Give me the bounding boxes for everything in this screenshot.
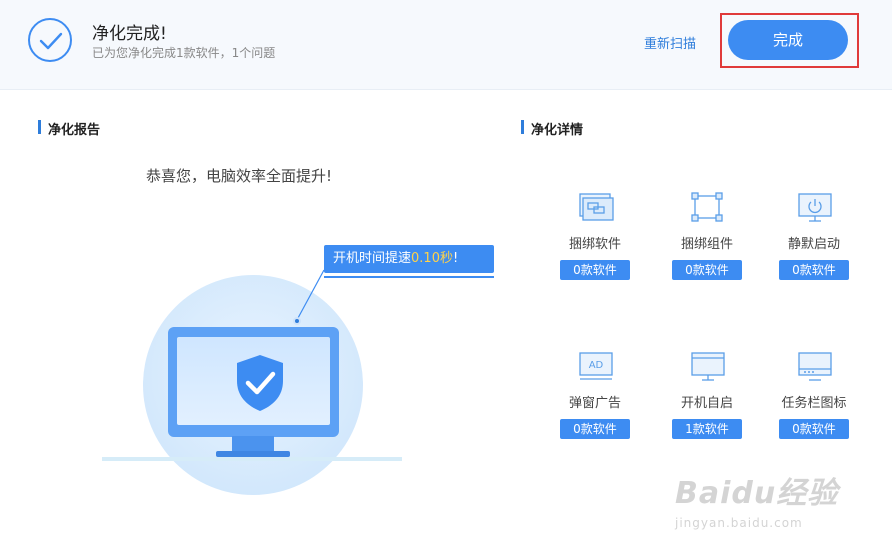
taskbar-icon xyxy=(798,352,832,381)
detail-count-badge[interactable]: 1款软件 xyxy=(672,419,742,439)
detail-label: 开机自启 xyxy=(680,396,733,411)
result-subtitle: 已为您净化完成1款软件，1个问题 xyxy=(92,46,276,60)
boot-speed-value: 0.10秒 xyxy=(411,251,453,266)
watermark-brand: Baidu经验 xyxy=(675,476,839,511)
boot-autostart-icon xyxy=(691,352,725,381)
monitor-illustration xyxy=(168,327,339,437)
detail-item-bundled-software: 捆绑软件 0款软件 xyxy=(550,192,640,280)
silent-startup-icon xyxy=(798,193,832,222)
illustration-ground xyxy=(102,457,402,461)
shield-check-icon xyxy=(237,355,283,411)
congrats-message: 恭喜您，电脑效率全面提升! xyxy=(146,167,333,185)
detail-item-bundled-component: 捆绑组件 0款软件 xyxy=(662,192,752,280)
monitor-neck xyxy=(232,436,274,452)
detail-item-silent-startup: 静默启动 0款软件 xyxy=(769,192,859,280)
detail-item-taskbar-icon: 任务栏图标 0款软件 xyxy=(769,351,859,439)
detail-item-popup-ad: AD 弹窗广告 0款软件 xyxy=(550,351,640,439)
detail-label: 捆绑组件 xyxy=(680,237,733,252)
baidu-watermark: Baidu经验 jingyan.baidu.com xyxy=(675,468,875,538)
watermark-url: jingyan.baidu.com xyxy=(675,516,803,530)
boot-speed-prefix: 开机时间提速 xyxy=(333,251,412,266)
callout-line xyxy=(297,269,325,319)
bundled-software-icon xyxy=(579,193,614,221)
boot-speed-suffix: ! xyxy=(452,251,459,266)
bundled-component-icon xyxy=(691,192,723,222)
detail-count-badge[interactable]: 0款软件 xyxy=(672,260,742,280)
bubble-underline xyxy=(324,276,494,278)
detail-count-badge[interactable]: 0款软件 xyxy=(779,260,849,280)
done-button[interactable]: 完成 xyxy=(728,20,848,60)
detail-label: 静默启动 xyxy=(787,237,840,252)
details-section-title: 净化详情 xyxy=(521,119,583,138)
detail-label: 捆绑软件 xyxy=(568,237,621,252)
detail-label: 任务栏图标 xyxy=(781,396,847,411)
check-icon xyxy=(28,18,72,62)
monitor-screen xyxy=(177,337,330,425)
boot-speed-bubble: 开机时间提速0.10秒! xyxy=(324,245,494,273)
result-title: 净化完成! xyxy=(92,24,167,44)
monitor-stand xyxy=(216,451,290,457)
popup-ad-icon-text: AD xyxy=(589,360,604,371)
callout-dot xyxy=(293,317,301,325)
detail-count-badge[interactable]: 0款软件 xyxy=(560,260,630,280)
result-header: 净化完成! 已为您净化完成1款软件，1个问题 重新扫描 完成 xyxy=(0,0,892,90)
detail-label: 弹窗广告 xyxy=(568,396,621,411)
popup-ad-icon: AD xyxy=(579,352,613,380)
rescan-link[interactable]: 重新扫描 xyxy=(644,33,696,52)
detail-count-badge[interactable]: 0款软件 xyxy=(779,419,849,439)
detail-item-boot-autostart: 开机自启 1款软件 xyxy=(662,351,752,439)
report-section-title: 净化报告 xyxy=(38,119,100,138)
detail-count-badge[interactable]: 0款软件 xyxy=(560,419,630,439)
